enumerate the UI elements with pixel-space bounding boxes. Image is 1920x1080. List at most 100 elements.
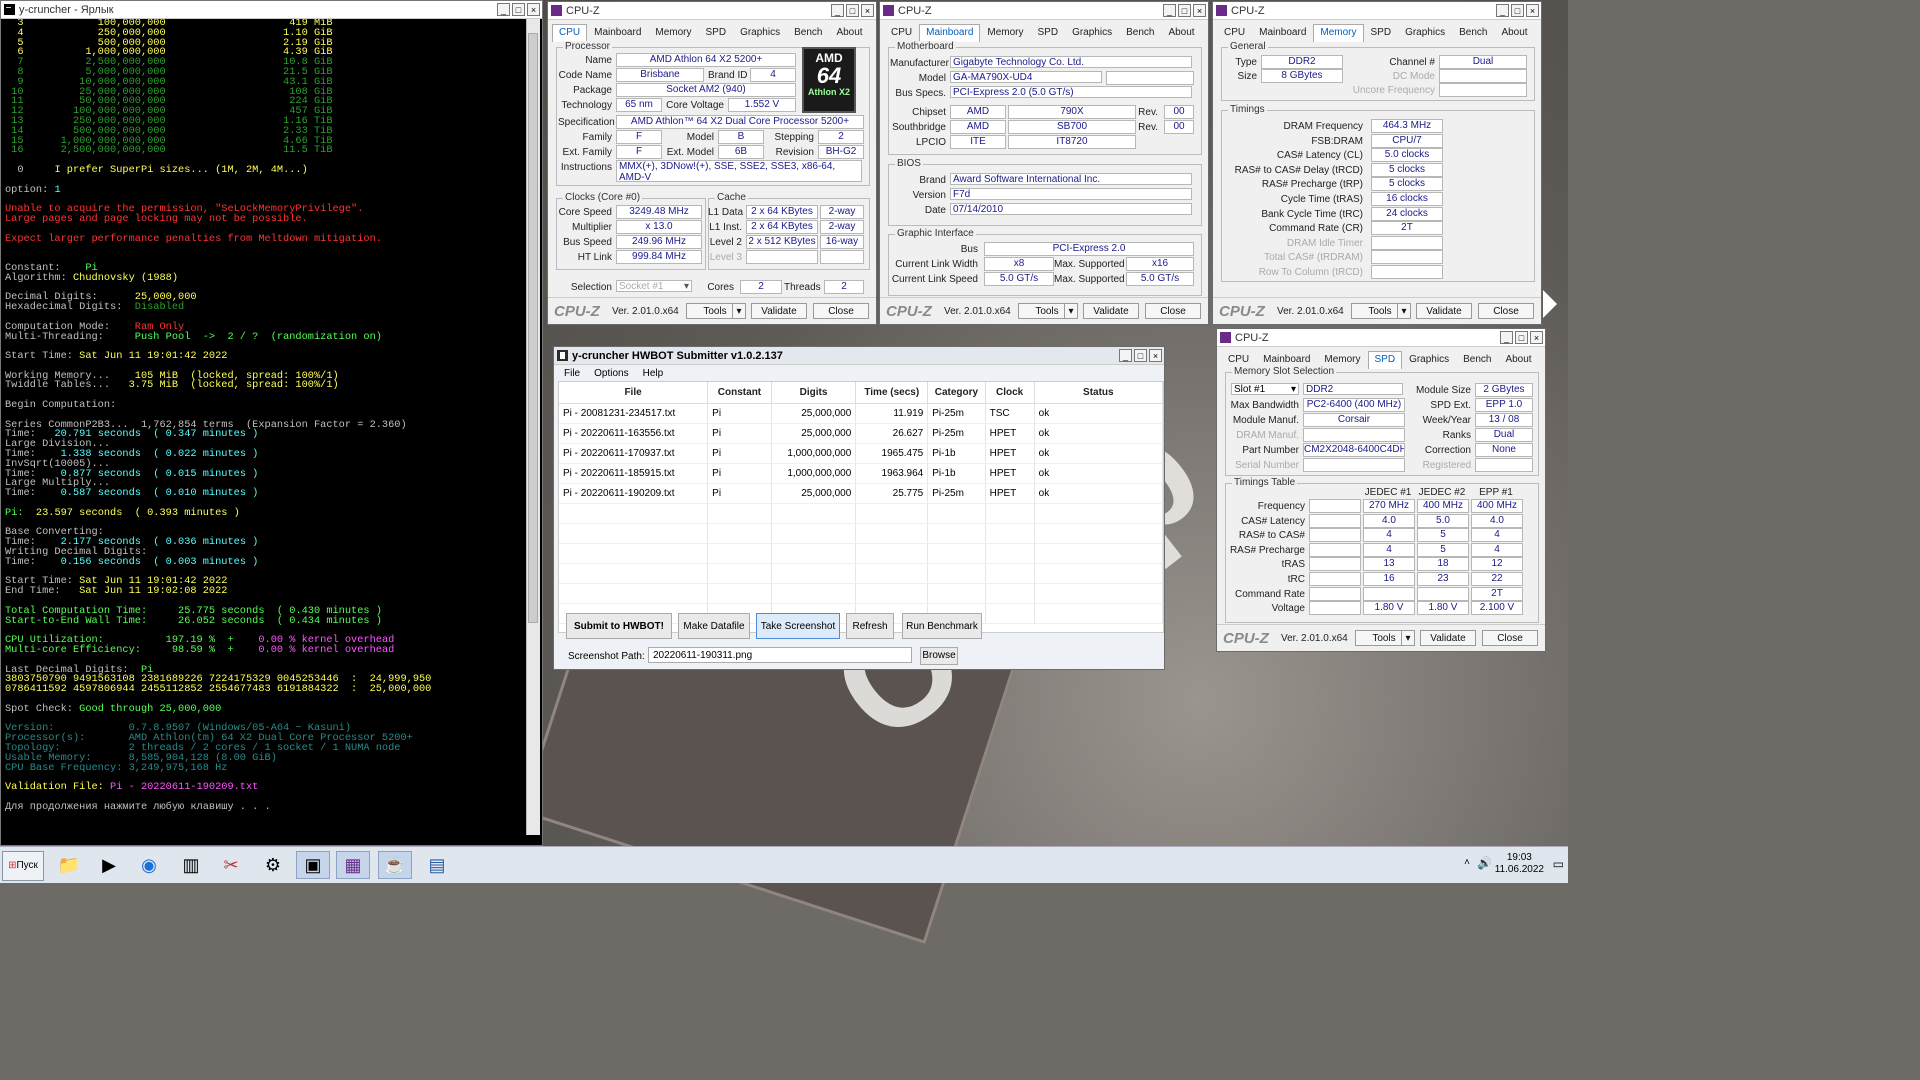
tab-mainboard[interactable]: Mainboard (919, 24, 981, 42)
submit-to-hwbot-button[interactable]: Submit to HWBOT! (566, 613, 672, 639)
close-button[interactable]: × (1193, 4, 1206, 17)
column-header[interactable]: Constant (707, 382, 772, 404)
media-player-icon[interactable]: ▶ (92, 851, 126, 879)
cpuz-spd-window[interactable]: CPU-Z _ □ × CPU Mainboard Memory SPD Graph… (1216, 328, 1546, 652)
menu-options[interactable]: Options (594, 368, 628, 382)
notifications-icon[interactable]: ▭ (1553, 857, 1564, 871)
tab-spd[interactable]: SPD (1364, 24, 1399, 42)
close-button[interactable]: × (527, 3, 540, 16)
cpuz-taskbar-icon[interactable]: ▦ (336, 851, 370, 879)
column-header[interactable]: Category (927, 382, 986, 404)
screenshot-path-input[interactable]: 20220611-190311.png (648, 647, 912, 663)
make-datafile-button[interactable]: Make Datafile (678, 613, 750, 639)
column-header[interactable]: Time (secs) (855, 382, 929, 404)
tab-about[interactable]: About (829, 24, 869, 42)
table-row[interactable]: Pi - 20220611-163556.txt Pi 25,000,000 26.6… (559, 423, 1164, 444)
run-benchmark-button[interactable]: Run Benchmark (902, 613, 982, 639)
tab-cpu[interactable]: CPU (1217, 24, 1252, 42)
maximize-button[interactable]: □ (846, 4, 859, 17)
tray-volume-icon[interactable]: 🔊 (1477, 856, 1492, 870)
console-window[interactable]: y-cruncher - Ярлык _ □ × 3 100,000,000 4… (0, 0, 543, 846)
hwbot-submitter-window[interactable]: y-cruncher HWBOT Submitter v1.0.2.137 _ □… (553, 346, 1165, 670)
cpuz-titlebar[interactable]: CPU-Z _ □ × (1213, 2, 1541, 20)
cpuz-titlebar[interactable]: CPU-Z _ □ × (548, 2, 876, 20)
explorer-icon[interactable]: 📁 (52, 851, 86, 879)
column-header[interactable]: File (559, 382, 709, 404)
tab-graphics[interactable]: Graphics (1065, 24, 1119, 42)
validate-button[interactable]: Validate (751, 303, 807, 319)
close-button[interactable]: × (1530, 331, 1543, 344)
console-scrollbar[interactable] (526, 19, 540, 835)
maximize-button[interactable]: □ (512, 3, 525, 16)
table-row[interactable]: Pi - 20081231-234517.txt Pi 25,000,000 11.9… (559, 403, 1164, 424)
column-header[interactable]: Digits (771, 382, 857, 404)
task-manager-icon[interactable]: ▥ (174, 851, 208, 879)
tab-spd[interactable]: SPD (699, 24, 734, 42)
tools-dropdown-icon[interactable]: ▾ (732, 303, 746, 319)
minimize-button[interactable]: _ (1119, 349, 1132, 362)
cpuz-memory-window[interactable]: CPU-Z _ □ × CPU Mainboard Memory SPD Graph… (1212, 1, 1542, 325)
tab-about[interactable]: About (1161, 24, 1201, 42)
tab-graphics[interactable]: Graphics (733, 24, 787, 42)
socket-select[interactable]: Socket #1 ▾ (616, 280, 692, 292)
close-window-button[interactable]: Close (1482, 630, 1538, 646)
close-button[interactable]: × (1149, 349, 1162, 362)
tab-about[interactable]: About (1498, 351, 1538, 369)
minimize-button[interactable]: _ (1163, 4, 1176, 17)
tab-spd[interactable]: SPD (1031, 24, 1066, 42)
take-screenshot-button[interactable]: Take Screenshot (756, 613, 840, 639)
scrollbar-thumb[interactable] (528, 33, 538, 623)
close-window-button[interactable]: Close (813, 303, 869, 319)
tools-dropdown-icon[interactable]: ▾ (1401, 630, 1415, 646)
tools-dropdown-icon[interactable]: ▾ (1397, 303, 1411, 319)
cpuz-titlebar[interactable]: CPU-Z _ □ × (880, 2, 1208, 20)
table-row[interactable]: Pi - 20220611-170937.txt Pi 1,000,000,000 1… (559, 443, 1164, 464)
refresh-button[interactable]: Refresh (846, 613, 894, 639)
console-titlebar[interactable]: y-cruncher - Ярлык _ □ × (1, 1, 542, 19)
tab-memory[interactable]: Memory (980, 24, 1030, 42)
minimize-button[interactable]: _ (831, 4, 844, 17)
maximize-button[interactable]: □ (1134, 349, 1147, 362)
tab-bench[interactable]: Bench (1456, 351, 1498, 369)
tools-dropdown-icon[interactable]: ▾ (1064, 303, 1078, 319)
cpuz-titlebar[interactable]: CPU-Z _ □ × (1217, 329, 1545, 347)
submitter-titlebar[interactable]: y-cruncher HWBOT Submitter v1.0.2.137 _ □… (554, 347, 1164, 365)
console-taskbar-icon[interactable]: ▣ (296, 851, 330, 879)
minimize-button[interactable]: _ (1500, 331, 1513, 344)
table-row[interactable]: Pi - 20220611-190209.txt Pi 25,000,000 25.7… (559, 483, 1164, 504)
tab-cpu[interactable]: CPU (884, 24, 919, 42)
tab-mainboard[interactable]: Mainboard (1252, 24, 1313, 42)
minimize-button[interactable]: _ (497, 3, 510, 16)
snipping-tool-icon[interactable]: ✂ (214, 851, 248, 879)
image-viewer-icon[interactable]: ▤ (420, 851, 454, 879)
menu-help[interactable]: Help (643, 368, 664, 382)
close-button[interactable]: × (861, 4, 874, 17)
minimize-button[interactable]: _ (1496, 4, 1509, 17)
close-window-button[interactable]: Close (1478, 303, 1534, 319)
tab-graphics[interactable]: Graphics (1398, 24, 1452, 42)
validate-button[interactable]: Validate (1416, 303, 1472, 319)
tab-cpu[interactable]: CPU (552, 24, 588, 42)
tab-bench[interactable]: Bench (1452, 24, 1494, 42)
edge-browser-icon[interactable]: ◉ (132, 851, 166, 879)
menu-file[interactable]: File (564, 368, 580, 382)
column-header[interactable]: Clock (985, 382, 1035, 404)
slot-select[interactable]: Slot #1 ▾ (1231, 383, 1299, 395)
validate-button[interactable]: Validate (1083, 303, 1139, 319)
cpuz-mainboard-window[interactable]: CPU-Z _ □ × CPU Mainboard Memory SPD Graph… (879, 1, 1209, 325)
column-header[interactable]: Status (1034, 382, 1164, 404)
maximize-button[interactable]: □ (1515, 331, 1528, 344)
tray-chevron-up-icon[interactable]: ˄ (1464, 857, 1470, 868)
table-row[interactable]: Pi - 20220611-185915.txt Pi 1,000,000,000 1… (559, 463, 1164, 484)
clock[interactable]: 19:03 11.06.2022 (1495, 852, 1544, 876)
tab-about[interactable]: About (1494, 24, 1534, 42)
tab-graphics[interactable]: Graphics (1402, 351, 1456, 369)
close-window-button[interactable]: Close (1145, 303, 1201, 319)
results-table[interactable]: File Constant Digits Time (secs) Category Clo… (558, 381, 1164, 633)
tab-mainboard[interactable]: Mainboard (587, 24, 648, 42)
validate-button[interactable]: Validate (1420, 630, 1476, 646)
tab-bench[interactable]: Bench (787, 24, 829, 42)
settings-gear-icon[interactable]: ⚙ (256, 851, 290, 879)
browse-button[interactable]: Browse (920, 647, 958, 665)
tab-memory[interactable]: Memory (648, 24, 698, 42)
